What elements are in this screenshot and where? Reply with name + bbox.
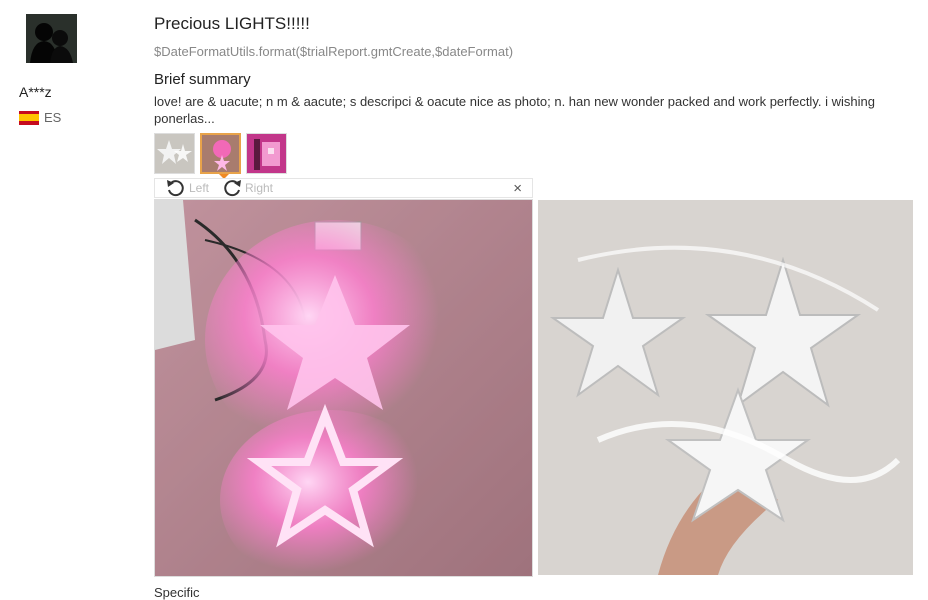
spain-flag-icon bbox=[19, 110, 39, 125]
summary-text: love! are & uacute; n m & aacute; s desc… bbox=[154, 94, 875, 126]
review-photo-white-stars[interactable] bbox=[538, 200, 913, 575]
rotate-right-label: Right bbox=[245, 181, 274, 195]
thumbnail-white-stars[interactable] bbox=[154, 133, 195, 174]
thumbnail-pink-box[interactable] bbox=[246, 133, 287, 174]
reviewer-country: ES bbox=[19, 110, 61, 125]
summary-heading: Brief summary bbox=[154, 71, 251, 88]
review-date: $DateFormatUtils.format($trialReport.gmt… bbox=[154, 44, 514, 59]
country-code: ES bbox=[44, 110, 62, 125]
rotate-left-label: Left bbox=[189, 181, 210, 195]
rotate-right-button[interactable]: Right bbox=[221, 179, 273, 197]
reviewer-avatar bbox=[26, 14, 77, 63]
specifics-heading: Specific bbox=[154, 585, 200, 600]
review-title: Precious LIGHTS!!!!! bbox=[154, 14, 310, 33]
thumbnail-strip bbox=[154, 133, 287, 174]
thumbnail-pink-lights[interactable] bbox=[200, 133, 241, 174]
reviewer-name: A***z bbox=[19, 84, 52, 100]
review-photo-pink-lights[interactable] bbox=[154, 199, 533, 577]
rotate-left-button[interactable]: Left bbox=[165, 179, 209, 197]
rotate-left-icon bbox=[167, 180, 184, 197]
rotate-right-icon bbox=[224, 180, 241, 197]
close-viewer-button[interactable]: × bbox=[513, 180, 522, 198]
image-viewer-toolbar: Left Right × bbox=[154, 178, 533, 198]
